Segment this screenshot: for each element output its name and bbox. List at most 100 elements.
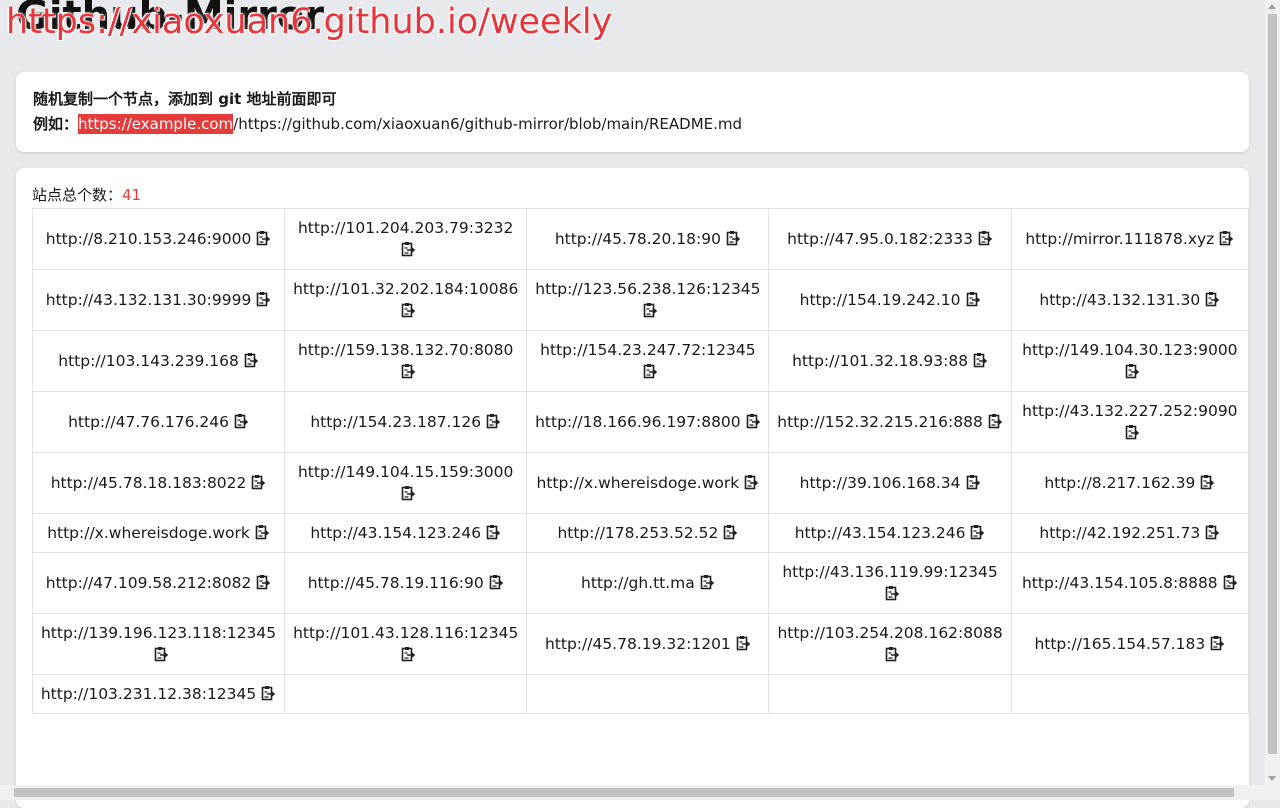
copy-icon[interactable] [400, 302, 416, 318]
mirror-url[interactable]: http://45.78.19.32:1201 [545, 635, 731, 653]
copy-icon[interactable] [1209, 635, 1225, 651]
copy-icon[interactable] [485, 524, 501, 540]
mirror-url[interactable]: http://43.136.119.99:12345 [782, 563, 997, 581]
scroll-down-arrow-icon[interactable] [1268, 776, 1276, 781]
copy-icon[interactable] [254, 524, 270, 540]
mirror-url[interactable]: http://43.132.131.30 [1039, 291, 1200, 309]
mirror-url[interactable]: http://139.196.123.118:12345 [41, 624, 276, 642]
copy-icon[interactable] [699, 574, 715, 590]
copy-icon[interactable] [400, 241, 416, 257]
mirror-url[interactable]: http://mirror.111878.xyz [1025, 230, 1214, 248]
copy-icon[interactable] [1204, 524, 1220, 540]
site-count: 站点总个数：41 [32, 184, 141, 206]
mirror-url[interactable]: http://gh.tt.ma [581, 574, 695, 592]
mirror-url[interactable]: http://154.23.187.126 [310, 413, 481, 431]
mirror-url[interactable]: http://159.138.132.70:8080 [298, 341, 513, 359]
copy-icon[interactable] [722, 524, 738, 540]
mirror-url[interactable]: http://43.132.227.252:9090 [1022, 402, 1237, 420]
mirror-cell: http://149.104.15.159:3000 [284, 452, 528, 514]
copy-icon[interactable] [969, 524, 985, 540]
mirror-cell: http://43.154.105.8:8888 [1010, 552, 1249, 614]
copy-icon[interactable] [400, 646, 416, 662]
mirror-url[interactable]: http://18.166.96.197:8800 [535, 413, 741, 431]
copy-icon[interactable] [1204, 291, 1220, 307]
copy-icon[interactable] [977, 230, 993, 246]
copy-icon[interactable] [1124, 424, 1140, 440]
copy-icon[interactable] [255, 574, 271, 590]
copy-icon[interactable] [735, 635, 751, 651]
copy-icon[interactable] [488, 574, 504, 590]
copy-icon[interactable] [400, 363, 416, 379]
copy-icon[interactable] [642, 302, 658, 318]
mirror-url[interactable]: http://101.204.203.79:3232 [298, 219, 513, 237]
copy-icon[interactable] [987, 413, 1003, 429]
mirror-url[interactable]: http://101.32.18.93:88 [792, 352, 968, 370]
mirror-url[interactable]: http://101.43.128.116:12345 [293, 624, 518, 642]
site-count-label: 站点总个数： [32, 186, 123, 204]
copy-icon[interactable] [965, 291, 981, 307]
mirror-url[interactable]: http://154.19.242.10 [800, 291, 961, 309]
copy-icon[interactable] [255, 291, 271, 307]
mirror-url[interactable]: http://8.210.153.246:9000 [46, 230, 252, 248]
mirror-url[interactable]: http://103.143.239.168 [58, 352, 239, 370]
mirror-url[interactable]: http://45.78.20.18:90 [555, 230, 721, 248]
mirror-url[interactable]: http://43.154.123.246 [310, 524, 481, 542]
copy-icon[interactable] [972, 352, 988, 368]
mirror-url[interactable]: http://x.whereisdoge.work [537, 474, 740, 492]
copy-icon[interactable] [745, 413, 761, 429]
mirror-cell: http://103.231.12.38:12345 [31, 674, 286, 714]
copy-icon[interactable] [233, 413, 249, 429]
copy-icon[interactable] [153, 646, 169, 662]
mirror-url[interactable]: http://101.32.202.184:10086 [293, 280, 518, 298]
mirror-url[interactable]: http://47.95.0.182:2333 [787, 230, 973, 248]
copy-icon[interactable] [1199, 474, 1215, 490]
mirror-url[interactable]: http://178.253.52.52 [557, 524, 718, 542]
copy-icon[interactable] [1124, 363, 1140, 379]
mirror-url[interactable]: http://103.254.208.162:8088 [777, 624, 1002, 642]
copy-icon[interactable] [485, 413, 501, 429]
mirror-url[interactable]: http://154.23.247.72:12345 [540, 341, 755, 359]
mirror-url[interactable]: http://39.106.168.34 [800, 474, 961, 492]
mirror-cell: http://x.whereisdoge.work [31, 513, 286, 553]
horizontal-scrollbar[interactable] [0, 785, 1265, 800]
mirror-url[interactable]: http://45.78.19.116:90 [308, 574, 484, 592]
copy-icon[interactable] [1218, 230, 1234, 246]
vertical-scroll-thumb[interactable] [1268, 14, 1277, 754]
mirror-url[interactable]: http://43.132.131.30:9999 [46, 291, 252, 309]
mirror-url[interactable]: http://149.104.30.123:9000 [1022, 341, 1237, 359]
mirror-url[interactable]: http://47.76.176.246 [68, 413, 229, 431]
usage-info-card: 随机复制一个节点，添加到 git 地址前面即可 例如：https://examp… [16, 72, 1249, 152]
copy-icon[interactable] [260, 685, 276, 701]
copy-icon[interactable] [884, 646, 900, 662]
mirror-list-card: 站点总个数：41 http://8.210.153.246:9000 http:/… [16, 168, 1249, 808]
scroll-up-arrow-icon[interactable] [1268, 4, 1276, 9]
horizontal-scroll-thumb[interactable] [14, 788, 1234, 797]
copy-icon[interactable] [642, 363, 658, 379]
copy-icon[interactable] [725, 230, 741, 246]
copy-icon[interactable] [243, 352, 259, 368]
mirror-url[interactable]: http://103.231.12.38:12345 [41, 685, 256, 703]
mirror-url[interactable]: http://152.32.215.216:888 [777, 413, 983, 431]
example-mirror-highlight: https://example.com [78, 114, 234, 134]
copy-icon[interactable] [255, 230, 271, 246]
vertical-scrollbar[interactable] [1265, 0, 1280, 800]
mirror-url[interactable]: http://8.217.162.39 [1044, 474, 1195, 492]
mirror-url[interactable]: http://42.192.251.73 [1039, 524, 1200, 542]
mirror-url[interactable]: http://165.154.57.183 [1034, 635, 1205, 653]
usage-instruction: 随机复制一个节点，添加到 git 地址前面即可 [33, 90, 337, 108]
mirror-url[interactable]: http://43.154.105.8:8888 [1022, 574, 1218, 592]
mirror-url[interactable]: http://149.104.15.159:3000 [298, 463, 513, 481]
copy-icon[interactable] [965, 474, 981, 490]
mirror-cell: http://101.32.202.184:10086 [284, 269, 528, 331]
mirror-url[interactable]: http://123.56.238.126:12345 [535, 280, 760, 298]
mirror-url[interactable]: http://45.78.18.183:8022 [51, 474, 247, 492]
copy-icon[interactable] [1222, 574, 1238, 590]
copy-icon[interactable] [250, 474, 266, 490]
table-row: http://45.78.18.183:8022 http://149.104.1… [31, 452, 1249, 514]
copy-icon[interactable] [743, 474, 759, 490]
copy-icon[interactable] [400, 485, 416, 501]
mirror-url[interactable]: http://x.whereisdoge.work [47, 524, 250, 542]
mirror-url[interactable]: http://47.109.58.212:8082 [46, 574, 252, 592]
mirror-url[interactable]: http://43.154.123.246 [795, 524, 966, 542]
copy-icon[interactable] [884, 585, 900, 601]
